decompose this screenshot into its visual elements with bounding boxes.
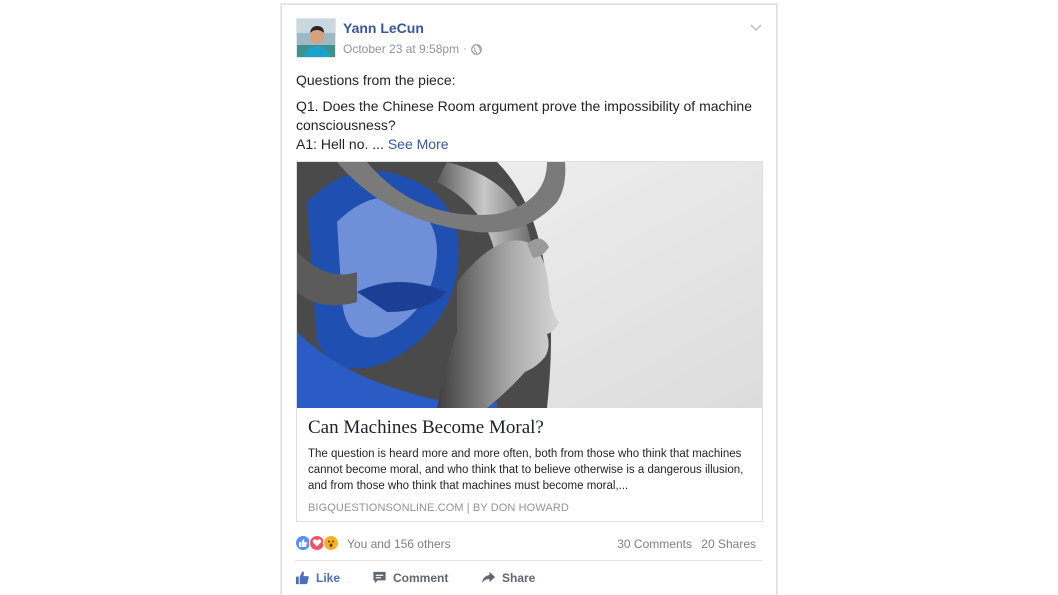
reaction-icons[interactable]: [295, 535, 339, 551]
feed-post: Yann LeCun October 23 at 9:58pm · Questi…: [281, 4, 777, 595]
post-answer: A1: Hell no. ... See More: [296, 135, 766, 154]
link-preview-body: Can Machines Become Moral? The question …: [308, 416, 751, 514]
post-text: Questions from the piece: Q1. Does the C…: [296, 71, 766, 161]
actions-divider: [295, 560, 763, 561]
like-button[interactable]: Like: [295, 570, 340, 585]
comment-label: Comment: [393, 570, 449, 585]
share-button[interactable]: Share: [481, 570, 535, 585]
link-domain: BIGQUESTIONSONLINE.COM: [308, 502, 464, 514]
post-intro: Questions from the piece:: [296, 72, 456, 88]
author-avatar[interactable]: [296, 18, 336, 58]
comments-count[interactable]: 30 Comments: [617, 537, 692, 551]
link-description: The question is heard more and more ofte…: [308, 448, 744, 492]
link-byline: BY DON HOWARD: [472, 502, 569, 514]
reaction-summary[interactable]: You and 156 others: [347, 537, 451, 551]
post-answer-text: A1: Hell no. ...: [296, 136, 384, 152]
link-source: BIGQUESTIONSONLINE.COM | BY DON HOWARD: [308, 502, 751, 514]
link-source-separator: |: [466, 502, 470, 514]
post-actions: Like Comment Share: [295, 568, 763, 592]
wow-reaction-icon[interactable]: [323, 535, 339, 551]
link-preview-image[interactable]: [297, 162, 762, 408]
share-label: Share: [502, 570, 536, 585]
see-more-link[interactable]: See More: [388, 136, 449, 152]
post-meta: October 23 at 9:58pm ·: [343, 42, 482, 56]
author-name[interactable]: Yann LeCun: [343, 20, 424, 36]
thumbs-up-icon: [295, 571, 309, 585]
link-title[interactable]: Can Machines Become Moral?: [308, 416, 751, 440]
post-question: Q1. Does the Chinese Room argument prove…: [296, 98, 752, 133]
engagement-counts: 30 Comments 20 Shares: [617, 537, 756, 551]
share-arrow-icon: [481, 571, 496, 584]
chevron-down-icon[interactable]: [749, 20, 763, 32]
comment-button[interactable]: Comment: [372, 570, 448, 585]
post-timestamp[interactable]: October 23 at 9:58pm: [343, 42, 459, 56]
meta-separator: ·: [463, 43, 467, 55]
like-label: Like: [316, 570, 341, 585]
reactions-bar: You and 156 others 30 Comments 20 Shares: [295, 534, 756, 554]
comment-icon: [373, 571, 386, 584]
shares-count[interactable]: 20 Shares: [701, 537, 756, 551]
globe-icon[interactable]: [470, 43, 482, 55]
link-preview-card[interactable]: Can Machines Become Moral? The question …: [296, 161, 763, 522]
post-header: Yann LeCun October 23 at 9:58pm ·: [295, 18, 763, 60]
